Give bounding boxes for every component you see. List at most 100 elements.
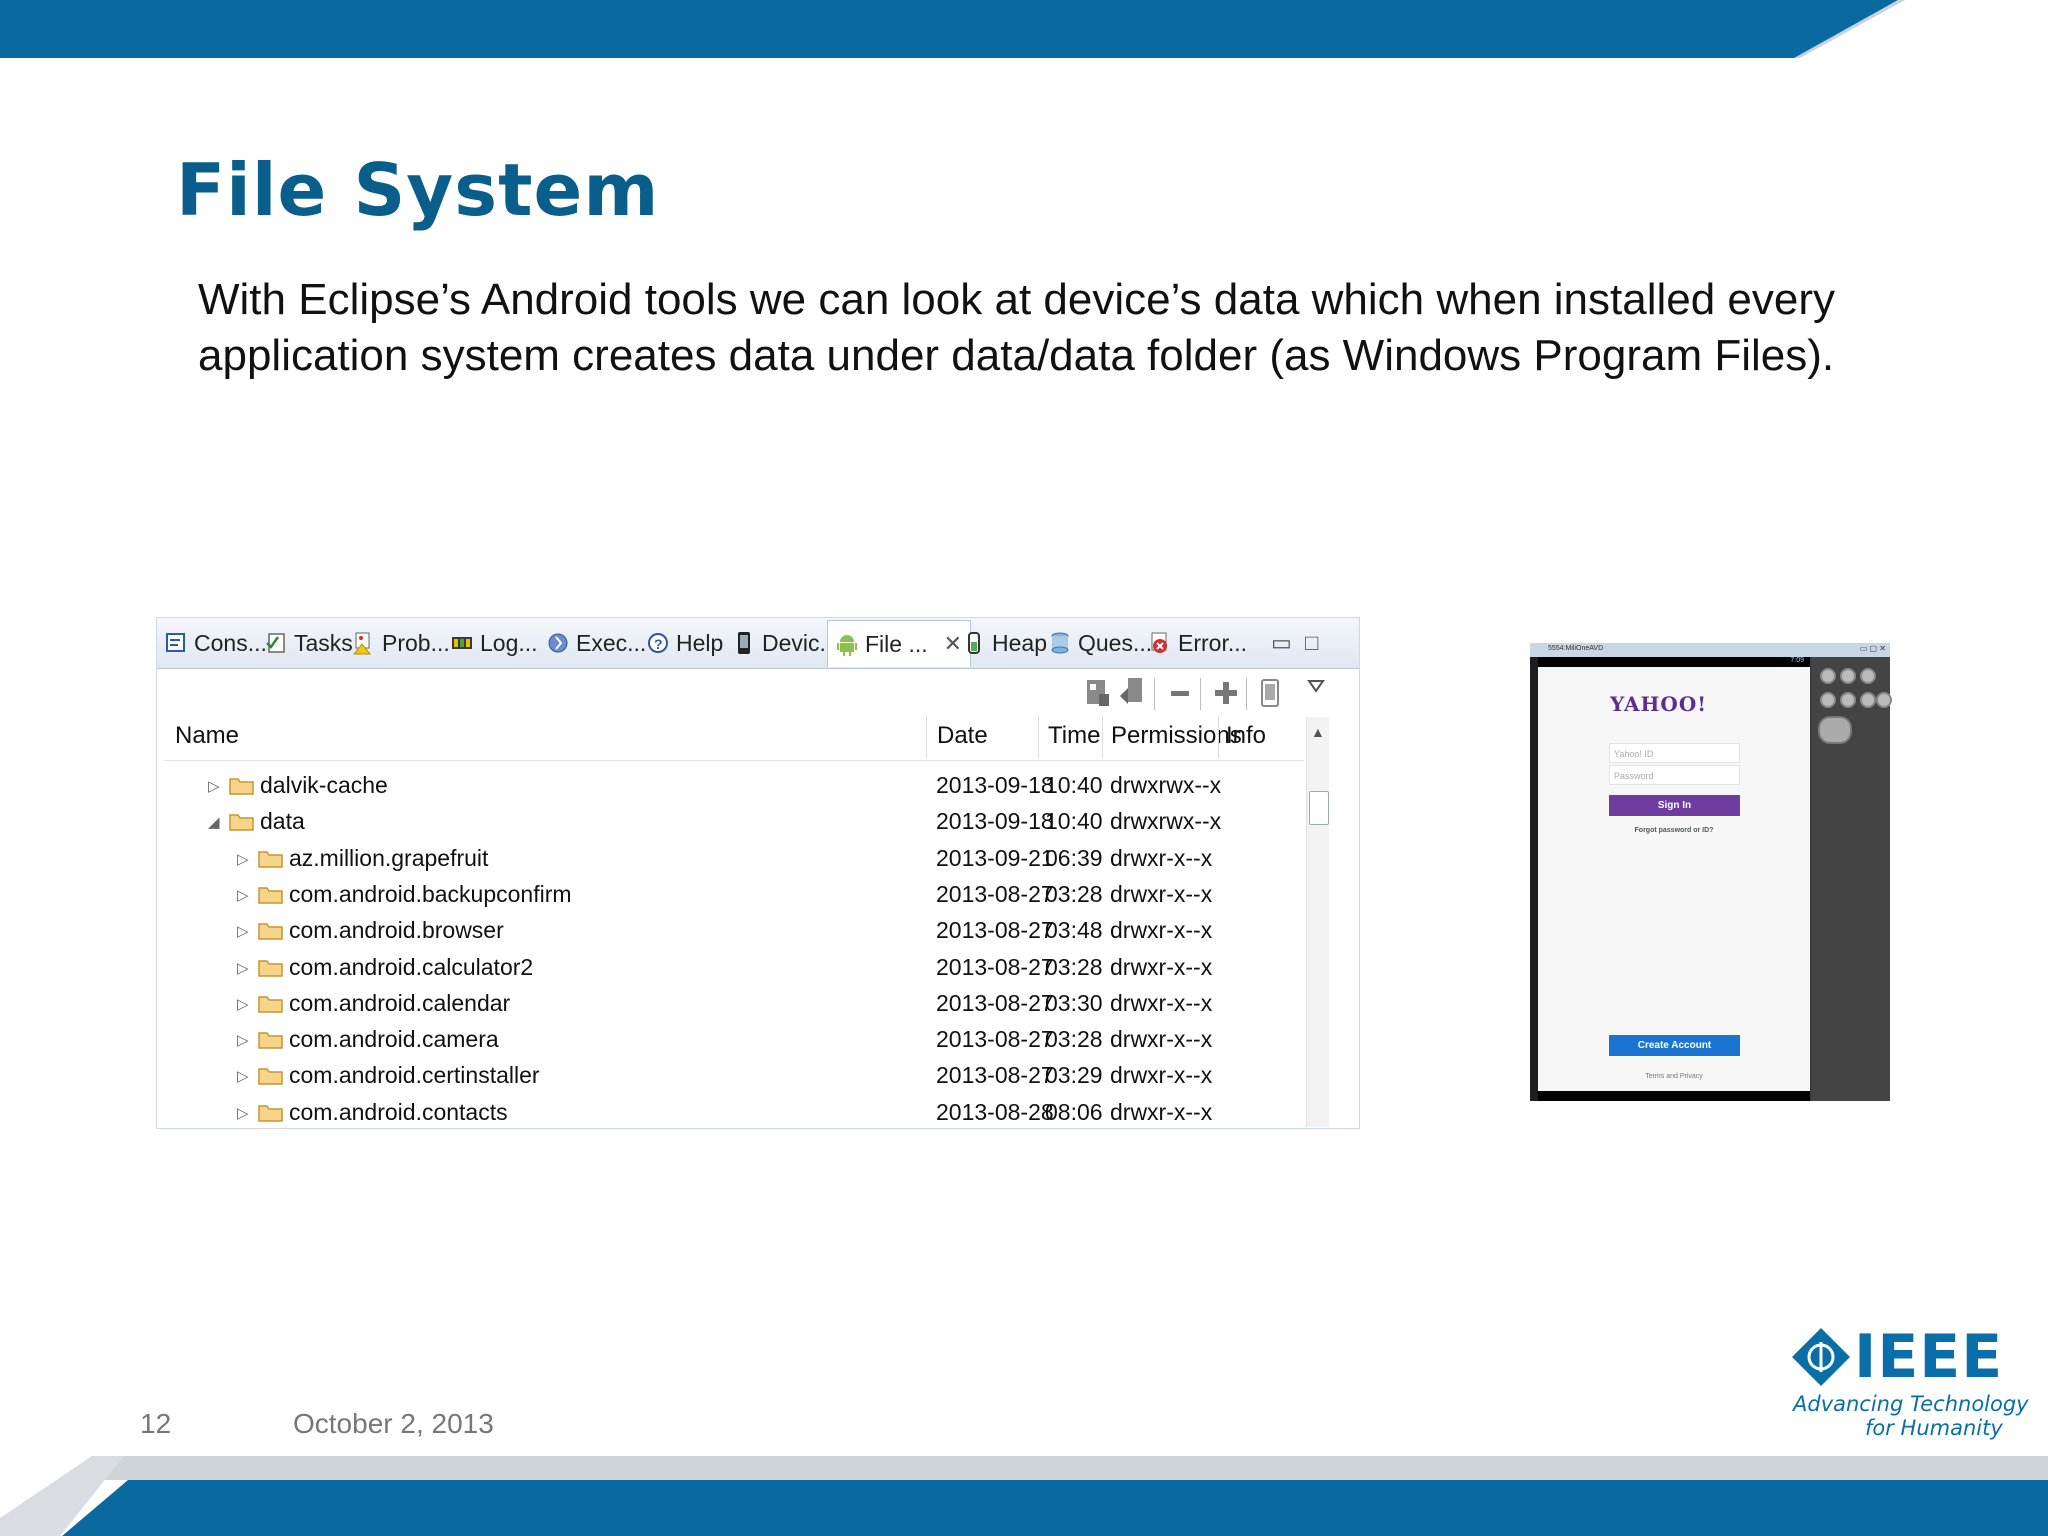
file-name[interactable]: com.android.calculator2 — [289, 954, 533, 981]
column-separator — [1038, 716, 1039, 758]
collapsed-triangle-icon[interactable]: ▷ — [237, 886, 249, 904]
password-field[interactable]: Password — [1609, 765, 1740, 785]
file-time: 10:40 — [1045, 808, 1103, 835]
collapsed-triangle-icon[interactable]: ▷ — [237, 922, 249, 940]
slide-date: October 2, 2013 — [293, 1408, 494, 1439]
column-header-time[interactable]: Time — [1048, 722, 1100, 750]
console-icon — [166, 633, 185, 652]
tab-label: Cons... — [194, 629, 267, 656]
file-date: 2013-09-18 — [936, 808, 1054, 835]
collapsed-triangle-icon[interactable]: ▷ — [237, 995, 249, 1013]
minimize-icon[interactable]: ▭ — [1271, 630, 1292, 656]
folder-icon — [229, 778, 254, 795]
file-time: 03:48 — [1045, 917, 1103, 944]
view-menu-icon[interactable] — [1306, 676, 1326, 696]
maximize-icon[interactable]: □ — [1305, 630, 1318, 656]
terms-link[interactable]: Terms and Privacy — [1604, 1073, 1744, 1080]
tab-file-explorer[interactable]: File ... ✕ — [827, 620, 972, 667]
forgot-password-link[interactable]: Forgot password or ID? — [1604, 827, 1744, 834]
column-header-name[interactable]: Name — [175, 722, 239, 750]
tab-label: Prob... — [382, 629, 450, 656]
collapsed-triangle-icon[interactable]: ▷ — [237, 959, 249, 977]
vertical-scrollbar[interactable] — [1306, 717, 1329, 1127]
column-header-info[interactable]: Info — [1226, 722, 1266, 750]
emulator-control-button[interactable] — [1840, 668, 1856, 684]
heap-icon — [968, 632, 980, 654]
executables-icon — [548, 633, 568, 653]
folder-icon — [258, 959, 283, 977]
column-header-permissions[interactable]: Permissions — [1111, 722, 1242, 750]
emulator-frame-left — [1530, 657, 1538, 1101]
tab-problems[interactable]: Prob... — [353, 626, 450, 660]
tab-console[interactable]: Cons... — [165, 626, 267, 660]
emulator-title-bar: 5554:MiliOneAVD ▭ ▢ ✕ — [1530, 643, 1890, 657]
tab-help[interactable]: ? Help — [647, 626, 723, 660]
column-separator — [1218, 716, 1219, 758]
tab-executables[interactable]: Exec... — [547, 626, 646, 660]
tab-tasks[interactable]: Tasks — [265, 626, 353, 660]
delete-icon[interactable] — [1166, 676, 1194, 710]
screen-capture-icon[interactable] — [1256, 676, 1284, 710]
new-folder-icon[interactable] — [1212, 676, 1240, 710]
slide-number: 12 — [140, 1408, 172, 1439]
file-name[interactable]: com.android.calendar — [289, 990, 510, 1017]
scrollbar-thumb[interactable] — [1309, 791, 1329, 825]
folder-icon — [258, 1104, 283, 1122]
tab-devices[interactable]: Devic... — [733, 626, 839, 660]
file-date: 2013-09-21 — [936, 844, 1054, 871]
tab-logcat[interactable]: Log... — [451, 626, 538, 660]
file-name[interactable]: com.android.browser — [289, 917, 504, 944]
file-name[interactable]: com.android.certinstaller — [289, 1062, 540, 1089]
push-file-icon[interactable] — [1118, 676, 1146, 710]
collapsed-triangle-icon[interactable]: ▷ — [237, 850, 249, 868]
dpad-icon[interactable] — [1818, 716, 1852, 744]
slide-title: File System — [176, 148, 660, 232]
window-controls[interactable]: ▭ ▢ ✕ — [1860, 644, 1886, 653]
file-permissions: drwxr-x--x — [1110, 917, 1213, 944]
phone-status-bar: 7:09 — [1538, 657, 1810, 667]
slide-body-text: With Eclipse’s Android tools we can look… — [198, 275, 1836, 380]
tab-label: Error... — [1178, 629, 1248, 656]
file-time: 03:29 — [1045, 1062, 1103, 1089]
column-header-date[interactable]: Date — [937, 722, 988, 750]
folder-icon — [258, 1032, 283, 1049]
file-permissions: drwxrwx--x — [1110, 808, 1222, 835]
file-name[interactable]: dalvik-cache — [260, 772, 388, 799]
collapsed-triangle-icon[interactable]: ▷ — [237, 1031, 249, 1049]
close-icon[interactable]: ✕ — [944, 631, 962, 657]
folder-icon — [258, 923, 283, 940]
file-date: 2013-08-27 — [936, 1062, 1054, 1089]
file-time: 03:28 — [1045, 953, 1103, 980]
emulator-control-button[interactable] — [1840, 692, 1856, 708]
column-separator — [1102, 716, 1103, 758]
collapsed-triangle-icon[interactable]: ▷ — [208, 777, 220, 795]
file-date: 2013-08-28 — [936, 1098, 1054, 1125]
emulator-control-button[interactable] — [1860, 668, 1876, 684]
scroll-up-icon[interactable]: ▲ — [1311, 724, 1325, 740]
yahoo-id-field[interactable]: Yahoo! ID — [1609, 743, 1740, 763]
file-date: 2013-08-27 — [936, 953, 1054, 980]
collapsed-triangle-icon[interactable]: ▷ — [237, 1104, 249, 1122]
emulator-control-button[interactable] — [1860, 692, 1876, 708]
create-account-button[interactable]: Create Account — [1609, 1035, 1740, 1056]
sign-in-button[interactable]: Sign In — [1609, 795, 1740, 816]
tab-query[interactable]: Ques... — [1049, 626, 1152, 660]
file-permissions: drwxr-x--x — [1110, 844, 1213, 871]
file-name[interactable]: com.android.backupconfirm — [289, 881, 572, 908]
pull-file-icon[interactable] — [1084, 676, 1112, 710]
file-name[interactable]: com.android.camera — [289, 1026, 499, 1053]
emulator-control-button[interactable] — [1820, 692, 1836, 708]
expanded-triangle-icon[interactable]: ◢ — [208, 813, 220, 831]
tab-label: Log... — [480, 629, 538, 656]
file-time: 10:40 — [1045, 772, 1103, 798]
folder-icon — [258, 850, 283, 868]
tab-heap[interactable]: Heap — [963, 626, 1047, 660]
file-name[interactable]: az.million.grapefruit — [289, 845, 488, 872]
tab-label: Ques... — [1078, 629, 1153, 656]
tab-error-log[interactable]: Error... — [1149, 626, 1247, 660]
collapsed-triangle-icon[interactable]: ▷ — [237, 1067, 249, 1085]
emulator-control-button[interactable] — [1820, 668, 1836, 684]
emulator-control-button[interactable] — [1876, 692, 1892, 708]
file-name[interactable]: com.android.contacts — [289, 1099, 508, 1126]
file-name[interactable]: data — [260, 808, 305, 835]
